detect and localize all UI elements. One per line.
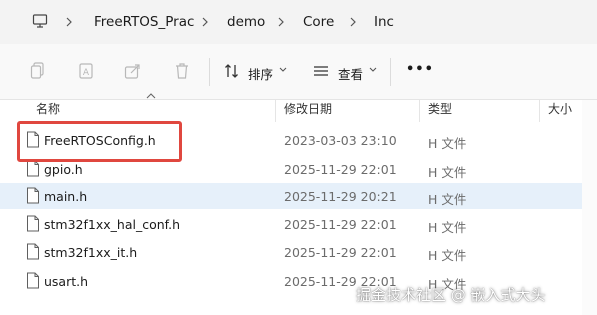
rename-icon[interactable]: A	[78, 62, 96, 80]
column-header-size[interactable]: 大小	[548, 100, 572, 122]
file-name: usart.h	[44, 274, 89, 289]
file-date: 2025-11-29 22:01	[284, 217, 397, 232]
watermark: 掘金技术社区 @ 嵌入式大头	[356, 286, 546, 304]
toolbar-divider	[390, 58, 391, 86]
copy-icon[interactable]	[30, 62, 46, 80]
file-icon	[27, 215, 39, 232]
file-row[interactable]: stm32f1xx_hal_conf.h 2025-11-29 22:01 H …	[0, 211, 582, 237]
column-header-date[interactable]: 修改日期	[284, 100, 332, 122]
file-date: 2025-11-29 22:01	[284, 162, 397, 177]
file-name: main.h	[44, 189, 88, 204]
file-row[interactable]: stm32f1xx_it.h 2025-11-29 22:01 H 文件	[0, 239, 582, 265]
column-header-name[interactable]: 名称	[36, 100, 60, 122]
svg-text:A: A	[83, 68, 90, 78]
column-divider[interactable]	[539, 100, 540, 122]
command-bar: A 排序 查看 •••	[0, 44, 597, 100]
column-header-type[interactable]: 类型	[428, 100, 452, 122]
view-button[interactable]: 查看	[338, 64, 363, 83]
chevron-right-icon	[66, 17, 72, 27]
file-date: 2025-11-29 20:21	[284, 189, 397, 204]
file-type: H 文件	[428, 248, 467, 263]
delete-icon[interactable]	[174, 62, 190, 80]
file-type: H 文件	[428, 136, 467, 151]
file-name: gpio.h	[44, 162, 83, 177]
file-icon	[27, 160, 39, 177]
file-type: H 文件	[428, 192, 467, 207]
address-bar[interactable]: FreeRTOS_Prac demo Core Inc	[0, 0, 597, 44]
breadcrumb-item[interactable]: demo	[227, 14, 265, 30]
chevron-right-icon	[278, 17, 284, 27]
chevron-right-icon	[350, 17, 356, 27]
chevron-right-icon	[202, 17, 208, 27]
file-type: H 文件	[428, 165, 467, 180]
file-type: H 文件	[428, 220, 467, 235]
column-divider[interactable]	[275, 100, 276, 122]
file-icon	[27, 272, 39, 289]
file-date: 2023-03-03 23:10	[284, 133, 397, 148]
breadcrumb-item[interactable]: FreeRTOS_Prac	[94, 14, 194, 30]
file-name: stm32f1xx_hal_conf.h	[44, 217, 181, 232]
file-icon	[27, 187, 39, 204]
file-row-selected[interactable]: main.h 2025-11-29 20:21 H 文件	[0, 183, 582, 209]
share-icon[interactable]	[124, 62, 142, 80]
sort-ascending-icon	[146, 93, 156, 99]
breadcrumb-item[interactable]: Inc	[374, 14, 394, 30]
file-name: stm32f1xx_it.h	[44, 245, 138, 260]
chevron-down-icon	[279, 67, 287, 72]
sort-icon	[225, 64, 238, 78]
sort-button[interactable]: 排序	[248, 64, 273, 83]
column-divider[interactable]	[419, 100, 420, 122]
file-date: 2025-11-29 22:01	[284, 245, 397, 260]
annotation-highlight-box	[17, 121, 182, 162]
computer-icon[interactable]	[32, 13, 48, 29]
chevron-down-icon	[369, 67, 377, 72]
scrollbar[interactable]	[582, 100, 597, 315]
view-icon	[314, 66, 328, 76]
toolbar-divider	[209, 58, 210, 86]
breadcrumb-item[interactable]: Core	[303, 14, 334, 30]
file-icon	[27, 243, 39, 260]
more-options-button[interactable]: •••	[406, 62, 434, 77]
